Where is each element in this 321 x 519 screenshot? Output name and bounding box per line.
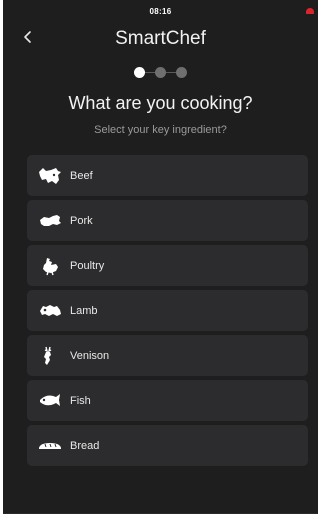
- ingredient-item-bread[interactable]: Bread: [27, 425, 308, 466]
- ingredient-list: Beef Pork Poultry Lamb Venison Fish Brea…: [27, 155, 308, 470]
- bread-icon: [39, 442, 61, 449]
- step-dot-3: [176, 67, 187, 78]
- step-connector: [166, 72, 176, 73]
- ingredient-label: Fish: [70, 394, 91, 407]
- step-indicator: [3, 67, 318, 78]
- ingredient-label: Venison: [70, 349, 110, 362]
- chicken-icon: [43, 257, 58, 275]
- step-connector: [145, 72, 155, 73]
- app-screen: 08:16 SmartChef What are you cooking? Se…: [3, 0, 318, 514]
- sheep-icon: [40, 304, 61, 316]
- ingredient-label: Beef: [70, 169, 93, 182]
- ingredient-item-poultry[interactable]: Poultry: [27, 245, 308, 286]
- ingredient-label: Poultry: [70, 259, 105, 272]
- ingredient-item-beef[interactable]: Beef: [27, 155, 308, 196]
- ingredient-label: Pork: [70, 214, 93, 227]
- bottom-divider: [3, 513, 318, 514]
- status-indicator-icon: [306, 8, 314, 14]
- ingredient-label: Bread: [70, 439, 100, 452]
- cow-icon: [39, 167, 61, 184]
- status-time: 08:16: [149, 7, 172, 16]
- ingredient-item-pork[interactable]: Pork: [27, 200, 308, 241]
- step-dot-1: [134, 67, 145, 78]
- ingredient-label: Lamb: [70, 304, 98, 317]
- fish-icon: [40, 393, 60, 406]
- ingredient-item-fish[interactable]: Fish: [27, 380, 308, 421]
- ingredient-item-lamb[interactable]: Lamb: [27, 290, 308, 331]
- app-title: SmartChef: [115, 28, 206, 49]
- pig-icon: [40, 214, 61, 226]
- ingredient-item-venison[interactable]: Venison: [27, 335, 308, 376]
- page-title: What are you cooking?: [68, 93, 253, 113]
- deer-icon: [44, 346, 52, 365]
- page-subtitle: Select your key ingredient?: [94, 124, 227, 136]
- step-dot-2: [155, 67, 166, 78]
